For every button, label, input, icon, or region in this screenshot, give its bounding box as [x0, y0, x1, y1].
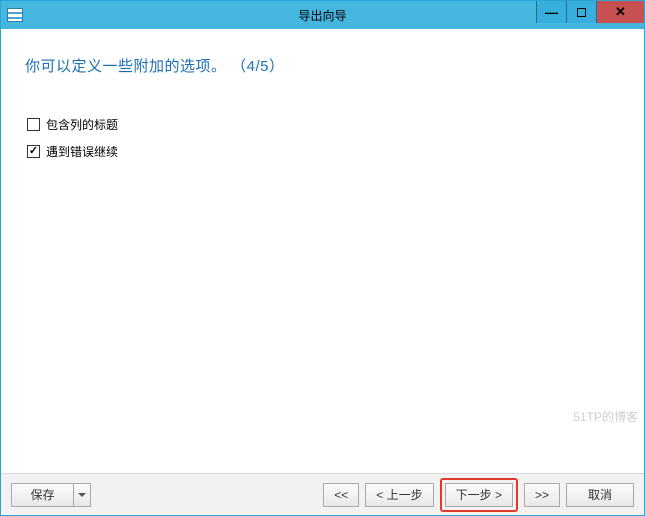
maximize-button[interactable]: [566, 1, 596, 23]
titlebar: 导出向导 — ✕: [1, 1, 644, 29]
close-button[interactable]: ✕: [596, 1, 644, 23]
option-label: 遇到错误继续: [46, 143, 118, 160]
save-dropdown-button[interactable]: [73, 483, 91, 507]
last-button[interactable]: >>: [524, 483, 560, 507]
save-split-button: 保存: [11, 483, 91, 507]
next-highlight: 下一步 >: [440, 478, 518, 512]
minimize-button[interactable]: —: [536, 1, 566, 23]
wizard-content: 你可以定义一些附加的选项。 （4/5） 包含列的标题 遇到错误继续 51TP的博…: [1, 29, 644, 473]
option-label: 包含列的标题: [46, 116, 118, 133]
checkbox-icon: [27, 118, 40, 131]
window-controls: — ✕: [536, 1, 644, 23]
back-button[interactable]: < 上一步: [365, 483, 433, 507]
cancel-button[interactable]: 取消: [566, 483, 634, 507]
save-button[interactable]: 保存: [11, 483, 73, 507]
nav-buttons: << < 上一步 下一步 > >> 取消: [323, 478, 634, 512]
option-continue-on-error[interactable]: 遇到错误继续: [27, 143, 620, 160]
export-wizard-window: 导出向导 — ✕ 你可以定义一些附加的选项。 （4/5） 包含列的标题 遇到错误…: [0, 0, 645, 516]
watermark-text: 51TP的博客: [573, 408, 638, 425]
checkbox-checked-icon: [27, 145, 40, 158]
step-heading: 你可以定义一些附加的选项。 （4/5）: [25, 55, 620, 76]
wizard-footer: 保存 << < 上一步 下一步 > >> 取消: [1, 473, 644, 515]
option-include-column-headers[interactable]: 包含列的标题: [27, 116, 620, 133]
next-button[interactable]: 下一步 >: [445, 483, 513, 507]
options-group: 包含列的标题 遇到错误继续: [27, 116, 620, 160]
first-button[interactable]: <<: [323, 483, 359, 507]
app-icon: [7, 8, 23, 22]
